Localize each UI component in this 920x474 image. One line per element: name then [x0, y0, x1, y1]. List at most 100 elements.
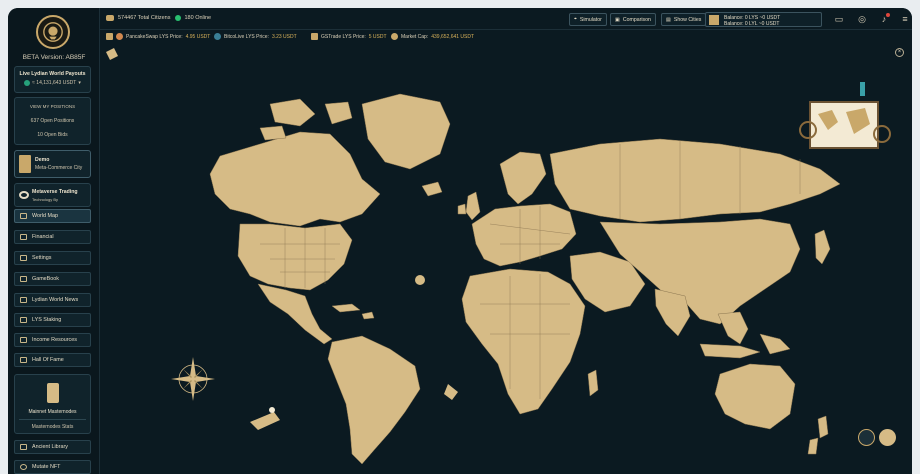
region-australia [714, 363, 796, 430]
citizens-count: 574467 Total Citizens [118, 15, 171, 21]
world-map[interactable] [100, 44, 912, 474]
settings-icon [20, 255, 27, 261]
close-icon[interactable]: × [895, 48, 904, 57]
divider [19, 419, 86, 420]
tower-icon [19, 155, 31, 173]
sidebar-item-label: Mutate NFT [32, 464, 61, 470]
news-icon [20, 297, 27, 303]
map-icon [20, 213, 27, 219]
ticker-price: 5 USDT [368, 33, 387, 40]
profile-icon[interactable]: ◎ [856, 13, 868, 25]
trading-subtitle: Technology By [32, 197, 59, 202]
cities-icon: ▤ [666, 16, 671, 23]
notification-badge [886, 13, 890, 17]
wallet-icon [709, 15, 719, 25]
ticker-price: 4.95 USDT [185, 33, 211, 40]
masternodes-stats[interactable]: Masternodes Stats [15, 424, 90, 430]
masternodes-card[interactable]: Mainnet Masternodes Masternodes Stats [14, 374, 91, 434]
citizens-icon [106, 15, 114, 21]
sidebar-item-mutate-nft[interactable]: Mutate NFT [14, 460, 91, 474]
marketcap-icon [391, 33, 398, 40]
trophy-icon [20, 357, 27, 363]
sidebar-item-label: Hall Of Fame [32, 357, 64, 363]
payouts-amount: ≈ 14,131,643 USDT [32, 80, 77, 86]
compare-icon: ▣ [615, 16, 620, 23]
staking-icon [20, 317, 27, 323]
simulator-button[interactable]: ⌖ Simulator [569, 13, 607, 26]
positions-card: VIEW MY POSITIONS 637 Open Positions 10 … [14, 97, 91, 145]
menu-icon[interactable]: ≡ [899, 13, 911, 25]
top-bar: 574467 Total Citizens 180 Online ⌖ Simul… [100, 8, 912, 30]
region-greenland [361, 93, 451, 170]
payouts-title: Live Lydian World Payouts [19, 71, 86, 77]
ticker-marketcap: Market Cap: 439,652,641 USDT [391, 33, 474, 40]
sidebar-item-label: World Map [32, 213, 58, 219]
show-cities-button[interactable]: ▤ Show Cities [661, 13, 707, 26]
app-window: BETA Version: AB85F Live Lydian World Pa… [8, 8, 912, 474]
sidebar-item-label: GameBook [32, 276, 59, 282]
lion-emblem-icon [43, 22, 63, 42]
comparison-label: Comparison [622, 16, 651, 23]
region-iceland [421, 181, 443, 197]
balance-lyl: Balance: 0 LYL ~0 USDT [724, 21, 780, 27]
ticker-label: GSTrade LYS Price: [321, 33, 366, 40]
sidebar-item-world-map[interactable]: World Map [14, 209, 91, 223]
region-caribbean [331, 303, 375, 320]
region-africa [461, 268, 586, 415]
sidebar-item-income[interactable]: Income Resources [14, 333, 91, 347]
region-japan [814, 229, 831, 265]
open-positions[interactable]: 637 Open Positions [15, 118, 90, 124]
sidebar-item-news[interactable]: Lydian World News [14, 293, 91, 307]
sidebar-item-gamebook[interactable]: GameBook [14, 272, 91, 286]
region-new-zealand [807, 415, 829, 455]
mail-icon[interactable] [879, 429, 896, 446]
lydian-logo[interactable] [36, 15, 70, 49]
usdt-icon [24, 80, 31, 86]
sidebar-item-ancient-library[interactable]: Ancient Library [14, 440, 91, 454]
sidebar-item-financial[interactable]: Financial [14, 230, 91, 244]
sidebar: BETA Version: AB85F Live Lydian World Pa… [8, 8, 100, 474]
demo-city-button[interactable]: Demo Meta-Commerce City [14, 150, 91, 178]
financial-icon [20, 234, 27, 240]
price-ticker: PancakeSwap LYS Price: 4.95 USDT BitcoLi… [100, 30, 912, 44]
ship-icon [250, 407, 280, 430]
sidebar-item-label: Income Resources [32, 337, 77, 343]
sidebar-item-label: Lydian World News [32, 297, 79, 303]
region-uk [457, 191, 481, 221]
pin-icon: ⌖ [574, 16, 577, 22]
chart-icon [20, 337, 27, 343]
book-icon [20, 276, 27, 282]
balance-box[interactable]: Balance: 0 LYS ~0 USDT Balance: 0 LYL ~0… [705, 12, 822, 27]
region-india [654, 288, 691, 337]
sidebar-item-label: LYS Staking [32, 317, 62, 323]
demo-subtitle: Meta-Commerce City [35, 165, 83, 171]
metaverse-trading-button[interactable]: Metaverse Trading Technology By [14, 183, 91, 207]
show-cities-label: Show Cities [673, 16, 702, 23]
id-card-icon[interactable]: ▭ [833, 13, 845, 25]
chevron-down-icon[interactable]: ▾ [78, 80, 81, 86]
region-usa [237, 223, 353, 291]
region-scandinavia [499, 151, 547, 205]
online-count: 180 Online [184, 15, 212, 21]
sidebar-item-staking[interactable]: LYS Staking [14, 313, 91, 327]
citizens-stat: 574467 Total Citizens 180 Online [106, 15, 211, 21]
masternodes-title: Mainnet Masternodes [28, 409, 77, 415]
comparison-button[interactable]: ▣ Comparison [610, 13, 656, 26]
trading-logo-icon [19, 191, 29, 199]
bitcoinlive-icon [214, 33, 221, 40]
ticker-label: Market Cap: [401, 33, 429, 40]
online-indicator-icon [174, 15, 181, 21]
sidebar-item-label: Ancient Library [32, 444, 68, 450]
sidebar-item-label: Settings [32, 255, 52, 261]
sidebar-item-settings[interactable]: Settings [14, 251, 91, 265]
sidebar-item-hall-of-fame[interactable]: Hall Of Fame [14, 353, 91, 367]
view-positions-link[interactable]: VIEW MY POSITIONS [15, 104, 90, 109]
region-russia [549, 138, 841, 223]
trading-title: Metaverse Trading [32, 189, 78, 195]
open-bids[interactable]: 10 Open Bids [15, 132, 90, 138]
lion-fab-icon[interactable] [858, 429, 875, 446]
payouts-card: Live Lydian World Payouts ≈ 14,131,643 U… [14, 66, 91, 93]
sidebar-item-label: Financial [32, 234, 54, 240]
ticker-label: BitcoLive LYS Price: [224, 33, 269, 40]
region-south-america [327, 335, 421, 465]
